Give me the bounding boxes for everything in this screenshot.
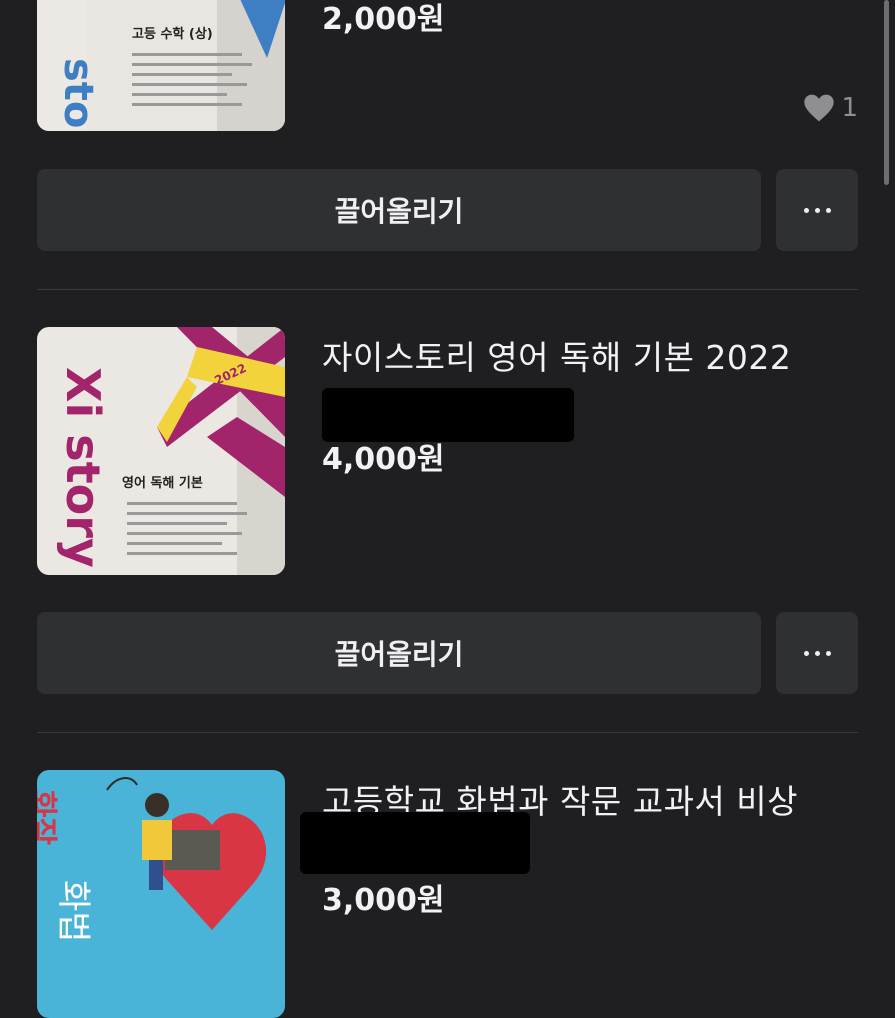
listing-thumbnail[interactable]: 화법 화작: [37, 770, 285, 1018]
like-count[interactable]: 1: [803, 93, 858, 123]
listing-divider: [37, 732, 858, 733]
svg-text:화작: 화작: [37, 790, 59, 846]
listing-thumbnail[interactable]: story 고등 수학 (상): [37, 0, 285, 131]
cover-title: 화법: [53, 880, 93, 943]
bump-button[interactable]: 끌어올리기: [37, 169, 761, 251]
listing-thumbnail[interactable]: Xi story 2022 영어 독해 기본: [37, 327, 285, 575]
cover-title: 영어 독해 기본: [122, 475, 203, 491]
more-horizontal-icon: [803, 207, 831, 213]
listing-price: 3,000원: [322, 883, 445, 918]
listing-title[interactable]: 자이스토리 영어 독해 기본 2022: [322, 331, 791, 379]
more-horizontal-icon: [803, 650, 831, 656]
cover-title: 고등 수학 (상): [132, 26, 213, 42]
redacted-area: [300, 812, 530, 874]
svg-text:story: story: [55, 58, 101, 131]
bump-button[interactable]: 끌어올리기: [37, 612, 761, 694]
book-cover-image: story 고등 수학 (상): [37, 0, 285, 131]
scrollbar[interactable]: [884, 0, 889, 185]
cover-brand: Xi story: [56, 367, 110, 568]
heart-icon: [804, 94, 835, 122]
like-count-value: 1: [841, 93, 858, 123]
listing-divider: [37, 289, 858, 290]
listing-price: 2,000원: [322, 2, 445, 37]
more-options-button[interactable]: [776, 612, 858, 694]
book-cover-image: Xi story 2022 영어 독해 기본: [37, 327, 285, 575]
more-options-button[interactable]: [776, 169, 858, 251]
listing-price: 4,000원: [322, 442, 445, 477]
book-cover-image: 화법 화작: [37, 770, 285, 1018]
